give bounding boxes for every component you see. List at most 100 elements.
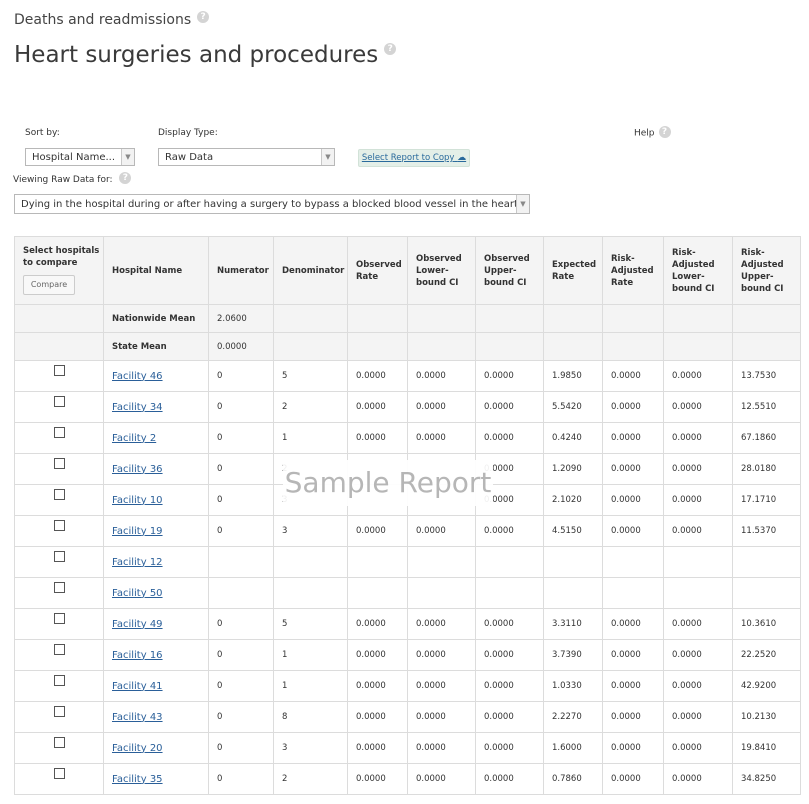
- chevron-down-icon: ▼: [516, 195, 529, 213]
- data-cell: 0.0000: [347, 422, 408, 454]
- data-cell: 5.5420: [543, 391, 603, 423]
- data-cell: 28.0180: [732, 453, 801, 485]
- hospital-name-cell: Facility 12: [103, 546, 209, 578]
- column-header[interactable]: Observed Upper-bound CI: [475, 236, 544, 305]
- hospital-link[interactable]: Facility 43: [112, 712, 163, 723]
- data-cell: 5: [273, 608, 348, 640]
- summary-cell: [663, 304, 733, 333]
- compare-checkbox[interactable]: [53, 551, 65, 562]
- hospital-link[interactable]: Facility 19: [112, 526, 163, 537]
- hospital-link[interactable]: Facility 50: [112, 588, 163, 599]
- column-header[interactable]: Risk-Adjusted Lower-bound CI: [663, 236, 733, 305]
- table-row: Facility 12: [14, 546, 801, 578]
- data-cell: 3.7390: [543, 639, 603, 671]
- compare-button[interactable]: Compare: [23, 275, 75, 295]
- data-cell: 0.7860: [543, 763, 603, 795]
- summary-name: Nationwide Mean: [103, 304, 209, 333]
- column-header[interactable]: Observed Rate: [347, 236, 408, 305]
- measure-select[interactable]: Dying in the hospital during or after ha…: [14, 194, 530, 214]
- hospital-link[interactable]: Facility 10: [112, 495, 163, 506]
- data-cell: 5: [273, 360, 348, 392]
- compare-checkbox[interactable]: [53, 427, 65, 438]
- data-cell: [273, 546, 348, 578]
- compare-checkbox[interactable]: [53, 365, 65, 376]
- page-title: Heart surgeries and procedures?: [14, 42, 397, 68]
- compare-checkbox[interactable]: [53, 644, 65, 655]
- hospital-link[interactable]: Facility 20: [112, 743, 163, 754]
- hospital-link[interactable]: Facility 34: [112, 402, 163, 413]
- data-cell: 0: [208, 360, 274, 392]
- table-row: Facility 35 0 2 0.0000 0.0000 0.0000 0.7860 0.0…: [14, 763, 801, 795]
- display-type-select[interactable]: Raw Data ▼: [158, 148, 335, 166]
- compare-checkbox[interactable]: [53, 768, 65, 779]
- column-header[interactable]: Hospital Name: [103, 236, 209, 305]
- table-row: Facility 34 0 2 0.0000 0.0000 0.0000 5.5420 0.0…: [14, 391, 801, 423]
- hospital-link[interactable]: Facility 35: [112, 774, 163, 785]
- compare-cell: [14, 577, 104, 609]
- hospital-link[interactable]: Facility 36: [112, 464, 163, 475]
- data-cell: 0.0000: [663, 360, 733, 392]
- column-header[interactable]: Denominator: [273, 236, 348, 305]
- summary-cell: [14, 332, 104, 361]
- hospital-link[interactable]: Facility 12: [112, 557, 163, 568]
- compare-checkbox[interactable]: [53, 582, 65, 593]
- table-row: Facility 20 0 3 0.0000 0.0000 0.0000 1.6000 0.0…: [14, 732, 801, 764]
- hospital-link[interactable]: Facility 16: [112, 650, 163, 661]
- data-cell: 8: [273, 701, 348, 733]
- data-cell: 1: [273, 639, 348, 671]
- data-cell: 0.0000: [347, 763, 408, 795]
- compare-checkbox[interactable]: [53, 737, 65, 748]
- hospital-link[interactable]: Facility 49: [112, 619, 163, 630]
- data-cell: 0.0000: [475, 639, 544, 671]
- help-link[interactable]: Help?: [634, 126, 671, 139]
- data-cell: 3.3110: [543, 608, 603, 640]
- data-cell: [475, 546, 544, 578]
- hospital-name-cell: Facility 10: [103, 484, 209, 516]
- data-cell: 3: [273, 515, 348, 547]
- compare-checkbox[interactable]: [53, 520, 65, 531]
- data-cell: [543, 577, 603, 609]
- sort-select[interactable]: Hospital Name... ▼: [25, 148, 135, 166]
- data-cell: 42.9200: [732, 670, 801, 702]
- data-cell: 0: [208, 453, 274, 485]
- hospital-link[interactable]: Facility 2: [112, 433, 156, 444]
- compare-cell: [14, 670, 104, 702]
- compare-checkbox[interactable]: [53, 458, 65, 469]
- column-header[interactable]: Numerator: [208, 236, 274, 305]
- select-report-to-copy-button[interactable]: Select Report to Copy ☁: [358, 149, 470, 167]
- data-cell: 0.0000: [663, 701, 733, 733]
- data-cell: [602, 546, 664, 578]
- column-header[interactable]: Expected Rate: [543, 236, 603, 305]
- summary-cell: [407, 332, 476, 361]
- data-cell: 0.0000: [602, 484, 664, 516]
- question-circle-icon[interactable]: ?: [384, 42, 397, 55]
- compare-checkbox[interactable]: [53, 675, 65, 686]
- question-circle-icon[interactable]: ?: [119, 172, 132, 184]
- compare-checkbox[interactable]: [53, 396, 65, 407]
- data-cell: 0.0000: [475, 422, 544, 454]
- data-cell: 0.0000: [475, 732, 544, 764]
- summary-row: Nationwide Mean 2.0600: [14, 304, 801, 333]
- compare-header-label: Select hospitals to compare: [23, 246, 100, 268]
- compare-cell: [14, 546, 104, 578]
- data-cell: 19.8410: [732, 732, 801, 764]
- compare-cell: [14, 515, 104, 547]
- hospital-link[interactable]: Facility 46: [112, 371, 163, 382]
- summary-cell: [602, 304, 664, 333]
- hospital-link[interactable]: Facility 41: [112, 681, 163, 692]
- table-row: Facility 19 0 3 0.0000 0.0000 0.0000 4.5150 0.0…: [14, 515, 801, 547]
- data-cell: 67.1860: [732, 422, 801, 454]
- compare-cell: [14, 608, 104, 640]
- compare-checkbox[interactable]: [53, 613, 65, 624]
- compare-cell: [14, 422, 104, 454]
- column-header[interactable]: Risk-Adjusted Upper-bound CI: [732, 236, 801, 305]
- table-body: Nationwide Mean 2.0600 State Mean 0.0000 Fac…: [14, 304, 801, 795]
- summary-cell: [663, 332, 733, 361]
- summary-value: 2.0600: [208, 304, 274, 333]
- compare-checkbox[interactable]: [53, 489, 65, 500]
- column-header[interactable]: Observed Lower-bound CI: [407, 236, 476, 305]
- column-header[interactable]: Risk-Adjusted Rate: [602, 236, 664, 305]
- compare-checkbox[interactable]: [53, 706, 65, 717]
- question-circle-icon[interactable]: ?: [197, 11, 210, 23]
- data-cell: 0: [208, 670, 274, 702]
